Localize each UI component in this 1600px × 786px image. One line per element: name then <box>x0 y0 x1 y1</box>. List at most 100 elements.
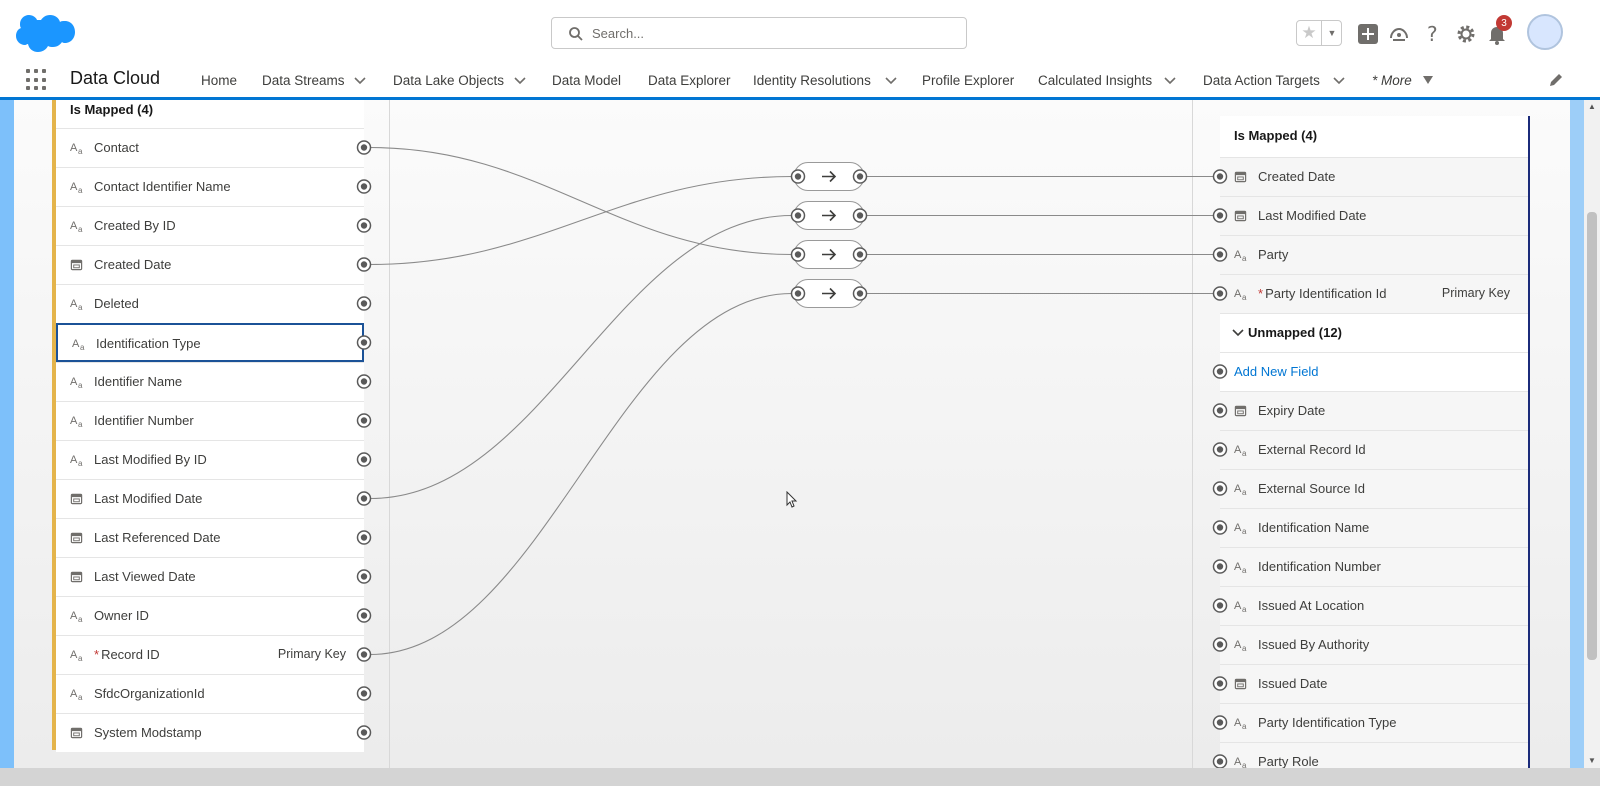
field-name-text: Identification Type <box>96 336 201 351</box>
page-scrollbar[interactable]: ▲ ▼ <box>1584 100 1600 768</box>
add-new-field-link[interactable]: Add New Field <box>1234 364 1319 379</box>
field-name-text: Issued At Location <box>1258 598 1365 613</box>
source-field-row[interactable]: Aa * Record ID Primary Key <box>56 635 364 674</box>
chevron-down-icon[interactable] <box>353 73 367 87</box>
source-field-label: Contact <box>94 140 139 155</box>
nav-item-home[interactable]: Home <box>201 73 237 88</box>
edit-pencil-icon[interactable] <box>1548 72 1564 88</box>
target-unmapped-field-row[interactable]: Expiry Date <box>1220 391 1528 430</box>
svg-text:a: a <box>78 459 83 467</box>
text-type-icon: Aa <box>70 648 84 663</box>
notification-count-badge: 3 <box>1496 15 1512 31</box>
svg-text:A: A <box>70 415 78 427</box>
target-unmapped-field-row[interactable]: Aa External Record Id <box>1220 430 1528 469</box>
favorites-button[interactable]: ★ ▼ <box>1296 20 1342 46</box>
primary-key-label: Primary Key <box>1441 286 1510 300</box>
source-field-row[interactable]: Last Referenced Date <box>56 518 364 557</box>
source-field-row[interactable]: Aa Deleted <box>56 284 364 323</box>
target-field-label: Issued By Authority <box>1258 637 1369 652</box>
field-name-text: External Source Id <box>1258 481 1365 496</box>
nav-item-data-explorer[interactable]: Data Explorer <box>648 73 731 88</box>
salesforce-logo[interactable] <box>16 12 76 54</box>
source-field-label: SfdcOrganizationId <box>94 686 205 701</box>
source-field-row[interactable]: Aa Last Modified By ID <box>56 440 364 479</box>
chevron-down-icon[interactable] <box>884 73 898 87</box>
svg-text:A: A <box>70 454 78 466</box>
trailhead-icon[interactable] <box>1387 22 1411 46</box>
scroll-up-icon[interactable]: ▲ <box>1588 102 1596 111</box>
target-unmapped-field-row[interactable]: Aa Identification Name <box>1220 508 1528 547</box>
chevron-down-icon[interactable] <box>513 73 527 87</box>
scrollbar-thumb[interactable] <box>1587 212 1597 660</box>
target-unmapped-field-row[interactable]: Aa Issued At Location <box>1220 586 1528 625</box>
source-field-row[interactable]: Aa Created By ID <box>56 206 364 245</box>
target-field-list: Is Mapped (4) Created Date Last Modified … <box>1220 116 1530 781</box>
favorites-dropdown-icon[interactable]: ▼ <box>1321 21 1342 45</box>
svg-text:A: A <box>70 649 78 661</box>
target-unmapped-field-row[interactable]: Issued Date <box>1220 664 1528 703</box>
required-marker: * <box>1258 286 1264 301</box>
source-field-label: Last Modified By ID <box>94 452 207 467</box>
unmapped-group-header[interactable]: Unmapped (12) <box>1220 313 1528 352</box>
field-name-text: Party Identification Type <box>1258 715 1397 730</box>
source-field-row[interactable]: Aa Identifier Number <box>56 401 364 440</box>
target-mapped-field-row[interactable]: Created Date <box>1220 157 1528 196</box>
scroll-down-icon[interactable]: ▼ <box>1588 756 1596 765</box>
calendar-icon <box>1234 404 1248 418</box>
source-field-row[interactable]: Aa SfdcOrganizationId <box>56 674 364 713</box>
background-left <box>0 100 14 768</box>
target-unmapped-field-row[interactable]: Aa Identification Number <box>1220 547 1528 586</box>
nav-item-identity-resolutions[interactable]: Identity Resolutions <box>753 73 871 88</box>
chevron-down-icon[interactable] <box>1332 73 1346 87</box>
source-field-row[interactable]: Last Viewed Date <box>56 557 364 596</box>
help-icon[interactable]: ? <box>1421 22 1445 46</box>
target-field-label: * Party Identification Id <box>1258 286 1386 301</box>
source-field-row[interactable]: System Modstamp <box>56 713 364 752</box>
nav-item-data-action-targets[interactable]: Data Action Targets <box>1203 73 1320 88</box>
source-field-row[interactable]: Created Date <box>56 245 364 284</box>
source-field-row[interactable]: Aa Contact Identifier Name <box>56 167 364 206</box>
field-name-text: Deleted <box>94 296 139 311</box>
source-field-label: Created By ID <box>94 218 176 233</box>
chevron-down-icon[interactable] <box>1232 328 1244 338</box>
field-name-text: Expiry Date <box>1258 403 1326 418</box>
svg-text:a: a <box>78 654 83 662</box>
source-field-row[interactable]: Aa Owner ID <box>56 596 364 635</box>
target-mapped-field-row[interactable]: Aa * Party Identification Id Primary Key <box>1220 274 1528 313</box>
nav-item-data-streams[interactable]: Data Streams <box>262 73 345 88</box>
nav-item-data-lake-objects[interactable]: Data Lake Objects <box>393 73 504 88</box>
svg-text:a: a <box>1242 293 1247 301</box>
star-icon: ★ <box>1301 23 1317 42</box>
caret-down-icon[interactable] <box>1423 76 1433 84</box>
target-mapped-field-row[interactable]: Aa Party <box>1220 235 1528 274</box>
source-field-row[interactable]: Aa Identifier Name <box>56 362 364 401</box>
target-mapped-field-row[interactable]: Last Modified Date <box>1220 196 1528 235</box>
source-field-row[interactable]: Aa Identification Type <box>56 323 364 362</box>
app-launcher-icon[interactable] <box>26 69 48 91</box>
nav-item-data-model[interactable]: Data Model <box>552 73 621 88</box>
target-unmapped-field-row[interactable]: Aa External Source Id <box>1220 469 1528 508</box>
text-type-icon: Aa <box>1234 248 1248 263</box>
target-field-label: Created Date <box>1258 169 1335 184</box>
add-icon[interactable] <box>1356 22 1380 46</box>
global-search-input[interactable]: Search... <box>551 17 967 49</box>
source-field-row[interactable]: Aa Contact <box>56 128 364 167</box>
svg-text:a: a <box>1242 527 1247 535</box>
target-unmapped-field-row[interactable]: Aa Issued By Authority <box>1220 625 1528 664</box>
target-unmapped-field-row[interactable]: Aa Party Identification Type <box>1220 703 1528 742</box>
source-field-row[interactable]: Last Modified Date <box>56 479 364 518</box>
svg-text:A: A <box>1234 444 1242 456</box>
target-mapped-header[interactable]: Is Mapped (4) <box>1234 128 1317 143</box>
field-name-text: Party <box>1258 247 1289 262</box>
nav-item-calculated-insights[interactable]: Calculated Insights <box>1038 73 1152 88</box>
nav-more-menu[interactable]: * More <box>1372 73 1412 88</box>
text-type-icon: Aa <box>70 219 84 234</box>
svg-text:A: A <box>1234 756 1242 768</box>
text-type-icon: Aa <box>1234 599 1248 614</box>
chevron-down-icon[interactable] <box>1163 73 1177 87</box>
svg-text:A: A <box>70 298 78 310</box>
source-group-header[interactable]: Is Mapped (4) <box>70 102 153 117</box>
nav-item-profile-explorer[interactable]: Profile Explorer <box>922 73 1014 88</box>
user-avatar[interactable] <box>1527 14 1563 50</box>
gear-icon[interactable] <box>1454 22 1478 46</box>
